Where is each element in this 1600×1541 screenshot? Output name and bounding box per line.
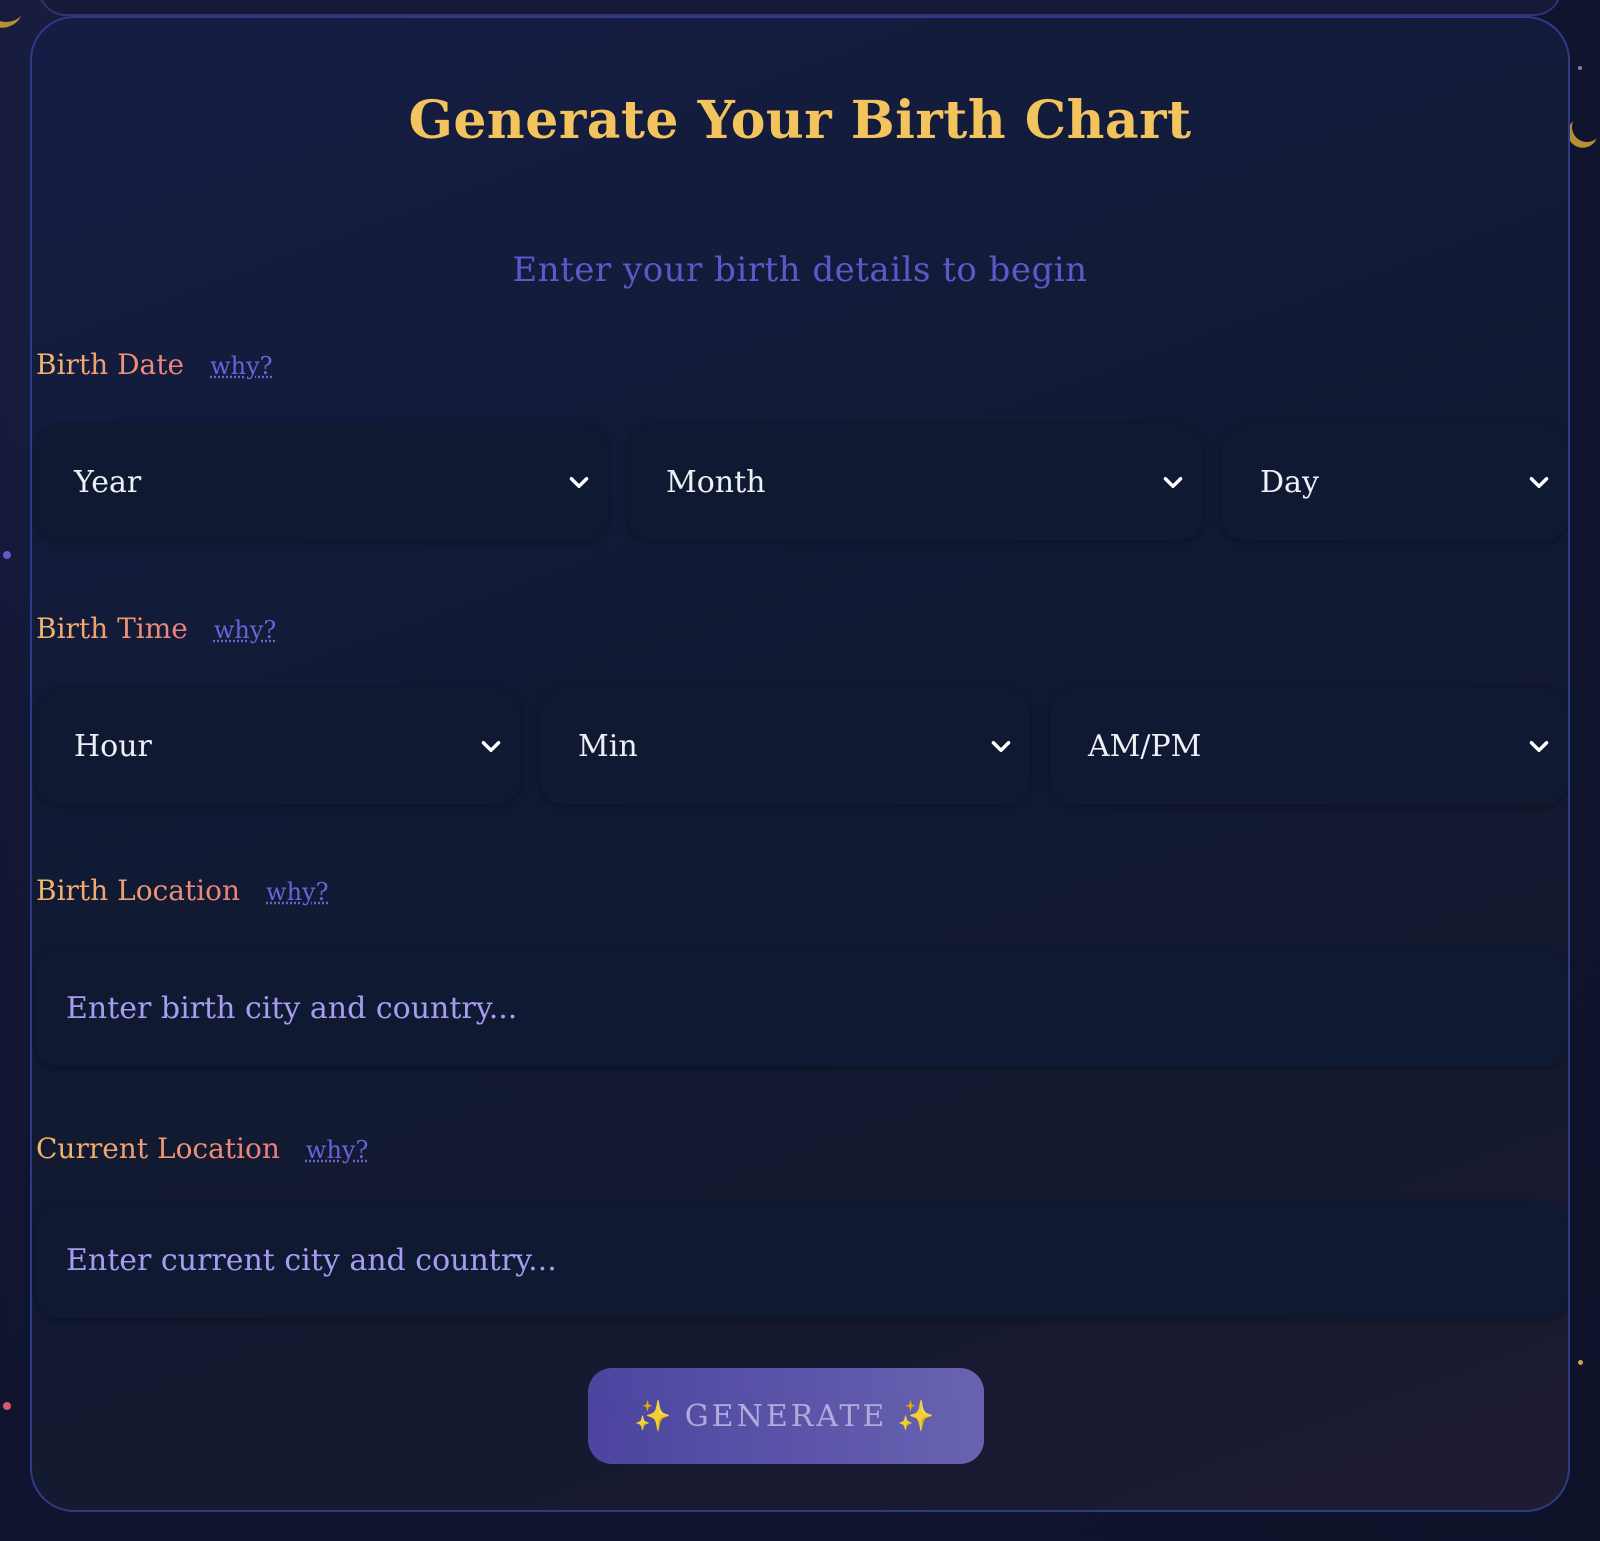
birth-time-selects: Hour Min AM/PM xyxy=(36,688,1568,804)
birth-chart-form-card: Generate Your Birth Chart Enter your bir… xyxy=(30,16,1570,1512)
current-location-label: Current Location xyxy=(36,1132,280,1165)
day-select-value: Day xyxy=(1260,464,1319,500)
crescent-moon-icon xyxy=(1568,108,1600,146)
birth-location-label: Birth Location xyxy=(36,874,241,907)
chevron-down-icon xyxy=(1529,741,1549,753)
star-speck xyxy=(3,551,11,559)
birth-date-why-link[interactable]: why? xyxy=(210,352,272,380)
current-location-label-row: Current Location why? xyxy=(36,1132,368,1165)
birth-date-label-row: Birth Date why? xyxy=(36,348,273,381)
sparkles-icon: ✨ xyxy=(897,1398,938,1434)
minute-select-value: Min xyxy=(578,728,638,764)
birth-date-label: Birth Date xyxy=(36,348,185,381)
star-speck xyxy=(1578,1360,1583,1365)
birth-date-selects: Year Month Day xyxy=(36,424,1568,540)
ampm-select-value: AM/PM xyxy=(1088,728,1202,764)
sparkles-icon: ✨ xyxy=(634,1398,675,1434)
star-speck xyxy=(1578,66,1582,70)
page-subtitle: Enter your birth details to begin xyxy=(512,250,1088,290)
current-location-why-link[interactable]: why? xyxy=(306,1136,368,1164)
birth-time-label-row: Birth Time why? xyxy=(36,612,276,645)
generate-button[interactable]: ✨ GENERATE ✨ xyxy=(588,1368,984,1464)
hour-select-value: Hour xyxy=(74,728,152,764)
birth-time-label: Birth Time xyxy=(36,612,188,645)
year-select[interactable]: Year xyxy=(36,424,608,540)
hour-select[interactable]: Hour xyxy=(36,688,520,804)
birth-time-why-link[interactable]: why? xyxy=(214,616,276,644)
day-select[interactable]: Day xyxy=(1222,424,1568,540)
previous-card-edge xyxy=(38,0,1562,16)
minute-select[interactable]: Min xyxy=(540,688,1030,804)
month-select-value: Month xyxy=(666,464,766,500)
ampm-select[interactable]: AM/PM xyxy=(1050,688,1568,804)
chevron-down-icon xyxy=(1529,477,1549,489)
chevron-down-icon xyxy=(481,741,501,753)
crescent-moon-icon xyxy=(0,0,34,28)
chevron-down-icon xyxy=(569,477,589,489)
birth-location-input[interactable] xyxy=(36,950,1568,1066)
page-title: Generate Your Birth Chart xyxy=(408,90,1192,151)
chevron-down-icon xyxy=(991,741,1011,753)
month-select[interactable]: Month xyxy=(628,424,1202,540)
generate-button-label: GENERATE xyxy=(684,1398,888,1434)
birth-location-why-link[interactable]: why? xyxy=(266,878,328,906)
birth-location-label-row: Birth Location why? xyxy=(36,874,328,907)
current-location-input[interactable] xyxy=(36,1202,1568,1318)
year-select-value: Year xyxy=(74,464,142,500)
star-speck xyxy=(3,1402,11,1410)
chevron-down-icon xyxy=(1163,477,1183,489)
